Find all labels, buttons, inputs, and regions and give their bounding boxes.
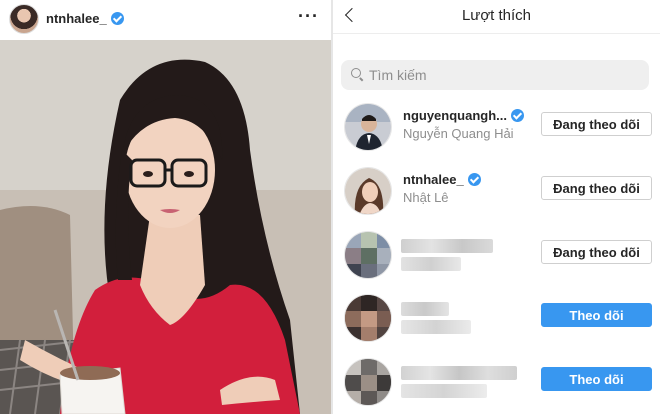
avatar-image-obscured [345,232,391,278]
list-item[interactable]: Theo dõi [333,354,660,412]
avatar[interactable] [344,167,392,215]
post-photo[interactable] [0,40,331,414]
list-item[interactable]: nguyenquangh... Nguyễn Quang Hải Đang th… [333,99,660,157]
username[interactable]: nguyenquangh... [403,108,507,123]
avatar-image-obscured [345,295,391,341]
following-button[interactable]: Đang theo dõi [541,240,652,264]
verified-badge-icon [467,173,481,186]
avatar[interactable] [344,103,392,151]
obscured-full-name [401,384,487,398]
follow-button[interactable]: Theo dõi [541,303,652,327]
avatar-image [345,104,391,150]
search-icon [351,68,363,80]
verified-badge-icon [511,109,524,122]
search-input[interactable] [369,66,629,84]
list-item[interactable]: Đang theo dõi [333,227,660,285]
obscured-full-name [401,257,461,271]
post-photo-illustration [0,40,331,414]
post-username-row[interactable]: ntnhalee_ [46,11,124,26]
avatar[interactable] [344,358,392,406]
username[interactable]: ntnhalee_ [403,172,464,187]
avatar-image [345,168,391,214]
page-title: Lượt thích [461,7,532,24]
following-button[interactable]: Đang theo dõi [541,112,652,136]
list-item[interactable]: ntnhalee_ Nhật Lê Đang theo dõi [333,163,660,221]
full-name: Nguyễn Quang Hải [403,126,514,141]
avatar-image-obscured [345,359,391,405]
username-row[interactable]: ntnhalee_ [403,172,481,187]
post-panel: ntnhalee_ ··· [0,0,331,414]
nav-bar: Lượt thích [333,0,660,34]
verified-badge-icon [110,12,124,25]
obscured-username [401,239,493,253]
full-name: Nhật Lê [403,190,449,205]
obscured-full-name [401,320,471,334]
likes-panel: Lượt thích nguyenquangh... Nguyễn Quang … [333,0,660,414]
following-button[interactable]: Đang theo dõi [541,176,652,200]
post-username[interactable]: ntnhalee_ [46,11,107,26]
list-item[interactable]: Theo dõi [333,290,660,348]
avatar[interactable] [344,294,392,342]
more-horizontal-icon[interactable]: ··· [298,6,319,27]
avatar[interactable] [344,231,392,279]
obscured-username [401,302,449,316]
post-header: ntnhalee_ ··· [0,0,331,38]
username-row[interactable]: nguyenquangh... [403,108,524,123]
follow-button[interactable]: Theo dõi [541,367,652,391]
search-bar[interactable] [341,60,649,90]
post-avatar[interactable] [9,4,39,34]
obscured-username [401,366,517,380]
